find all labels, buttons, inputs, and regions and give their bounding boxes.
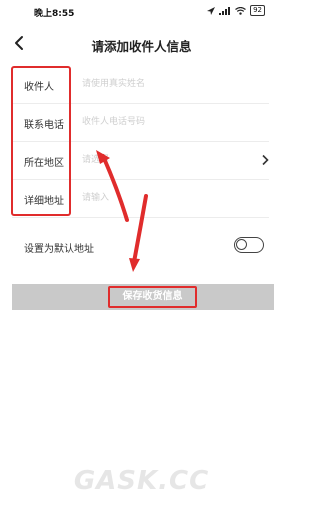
address-detail-input[interactable] — [82, 190, 252, 206]
location-arrow-icon — [207, 6, 216, 15]
default-address-toggle[interactable] — [234, 237, 264, 253]
status-icons: 92 — [207, 5, 265, 16]
default-address-label: 设置为默认地址 — [24, 244, 94, 255]
page-title: 请添加收件人信息 — [91, 39, 192, 54]
default-address-row: 设置为默认地址 — [0, 232, 283, 260]
chevron-right-icon — [262, 154, 269, 166]
nav-bar: 请添加收件人信息 — [0, 28, 283, 60]
recipient-name-input[interactable] — [82, 76, 252, 92]
region-select[interactable] — [82, 152, 252, 168]
status-bar: 晚上8:55 92 — [0, 0, 283, 22]
phone-input[interactable] — [82, 114, 252, 130]
wifi-icon — [235, 6, 246, 15]
signal-icon — [219, 6, 231, 15]
save-button[interactable]: 保存收货信息 — [12, 284, 274, 310]
watermark: GASK.CC — [73, 466, 210, 496]
battery-icon: 92 — [250, 5, 265, 16]
save-button-label: 保存收货信息 — [108, 286, 197, 308]
arrow-to-save-head — [129, 258, 140, 272]
status-time: 晚上8:55 — [34, 9, 75, 19]
labels-highlight-box — [11, 66, 71, 216]
toggle-knob — [236, 239, 247, 250]
